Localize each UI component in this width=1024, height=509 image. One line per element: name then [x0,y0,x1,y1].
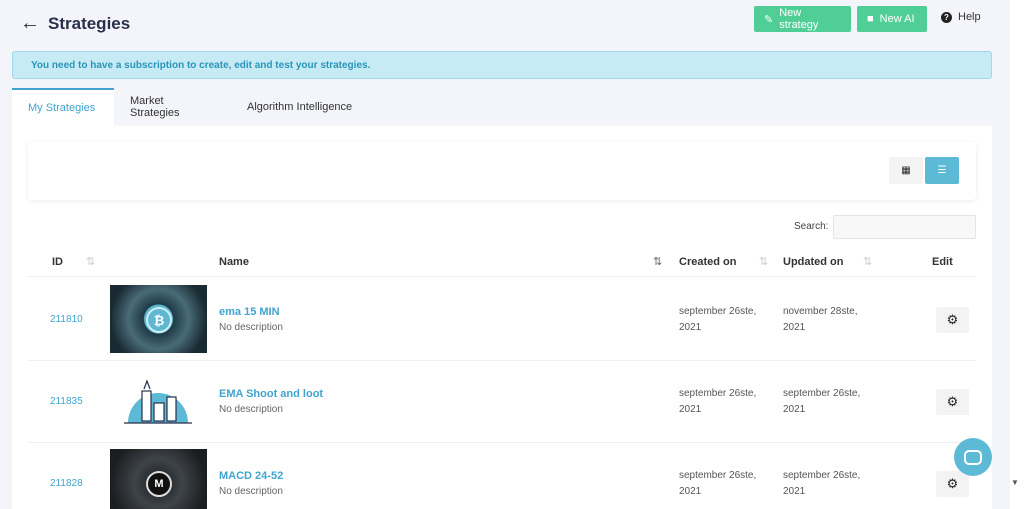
gear-icon: ⚙ [946,476,959,491]
tab-my-strategies[interactable]: My Strategies [12,88,114,126]
subscription-alert: You need to have a subscription to creat… [12,51,992,79]
strategy-description: No description [219,486,283,497]
bitcoin-icon: ₿ [146,307,172,333]
alert-text: You need to have a subscription to creat… [31,59,371,71]
android-icon: ■ [867,13,874,25]
help-label: Help [958,11,981,23]
view-toggle-card: ▦ ☰ [28,142,976,200]
column-header-id[interactable]: ID [52,256,63,268]
strategy-id-link[interactable]: 211835 [50,396,83,407]
list-icon: ☰ [937,165,947,176]
edit-settings-button[interactable]: ⚙ [936,471,969,497]
strategy-id-link[interactable]: 211810 [50,314,83,325]
strategy-description: No description [219,404,283,415]
new-ai-button[interactable]: ■ New AI [857,6,927,32]
strategy-name-link[interactable]: EMA Shoot and loot [219,388,323,400]
gear-icon: ⚙ [946,312,959,327]
strategies-panel: ▦ ☰ Search: ID ⇅ Name ⇅ Created on ⇅ Upd… [12,126,992,509]
updated-date: november 28ste, 2021 [783,306,858,333]
search-input[interactable] [833,215,976,239]
strategy-id-link[interactable]: 211828 [50,478,83,489]
list-view-button[interactable]: ☰ [925,157,959,184]
sort-asc-icon[interactable]: ⇅ [653,255,662,268]
column-header-edit: Edit [932,256,953,268]
row-divider [28,360,976,361]
monero-icon: M [146,471,172,497]
sort-icon[interactable]: ⇅ [863,255,872,268]
strategy-description: No description [219,322,283,333]
pencil-icon: ✎ [764,13,774,26]
strategy-tabs: My Strategies Market Strategies Algorith… [12,88,373,126]
column-header-name[interactable]: Name [219,256,249,268]
back-arrow-icon[interactable]: ← [20,13,40,33]
search-label: Search: [794,221,829,232]
edit-settings-button[interactable]: ⚙ [936,389,969,415]
column-header-created[interactable]: Created on [679,256,736,268]
strategy-thumbnail[interactable] [110,367,207,435]
question-circle-icon: ? [941,11,952,23]
strategy-thumbnail[interactable]: ₿ [110,285,207,353]
updated-date: september 26ste, 2021 [783,388,861,415]
grid-icon: ▦ [901,165,911,176]
new-strategy-label: New strategy [779,7,819,31]
factory-illustration-icon [124,379,192,424]
created-date: september 26ste, 2021 [679,470,757,497]
top-bar: ← Strategies ✎ New strategy ■ New AI ? H… [0,0,1010,48]
created-date: september 26ste, 2021 [679,388,757,415]
updated-date: september 26ste, 2021 [783,470,861,497]
help-link[interactable]: ? Help [941,11,981,23]
row-divider [28,442,976,443]
grid-view-button[interactable]: ▦ [889,157,923,184]
sort-icon[interactable]: ⇅ [86,255,95,268]
new-strategy-button[interactable]: ✎ New strategy [754,6,851,32]
row-divider [28,276,976,277]
sort-icon[interactable]: ⇅ [759,255,768,268]
tab-algorithm-intelligence[interactable]: Algorithm Intelligence [231,88,373,126]
gear-icon: ⚙ [946,394,959,409]
chat-bubble-icon [964,449,982,465]
edit-settings-button[interactable]: ⚙ [936,307,969,333]
page-title: Strategies [48,14,131,33]
created-date: september 26ste, 2021 [679,306,757,333]
page-scrollbar[interactable] [1010,0,1024,509]
scroll-down-icon[interactable]: ▼ [1011,478,1019,487]
new-ai-label: New AI [879,13,915,25]
strategy-thumbnail[interactable]: M [110,449,207,509]
column-header-updated[interactable]: Updated on [783,256,844,268]
strategy-name-link[interactable]: ema 15 MIN [219,306,280,318]
strategy-name-link[interactable]: MACD 24-52 [219,470,283,482]
tab-market-strategies[interactable]: Market Strategies [114,88,231,126]
chat-launcher-button[interactable] [954,438,992,476]
